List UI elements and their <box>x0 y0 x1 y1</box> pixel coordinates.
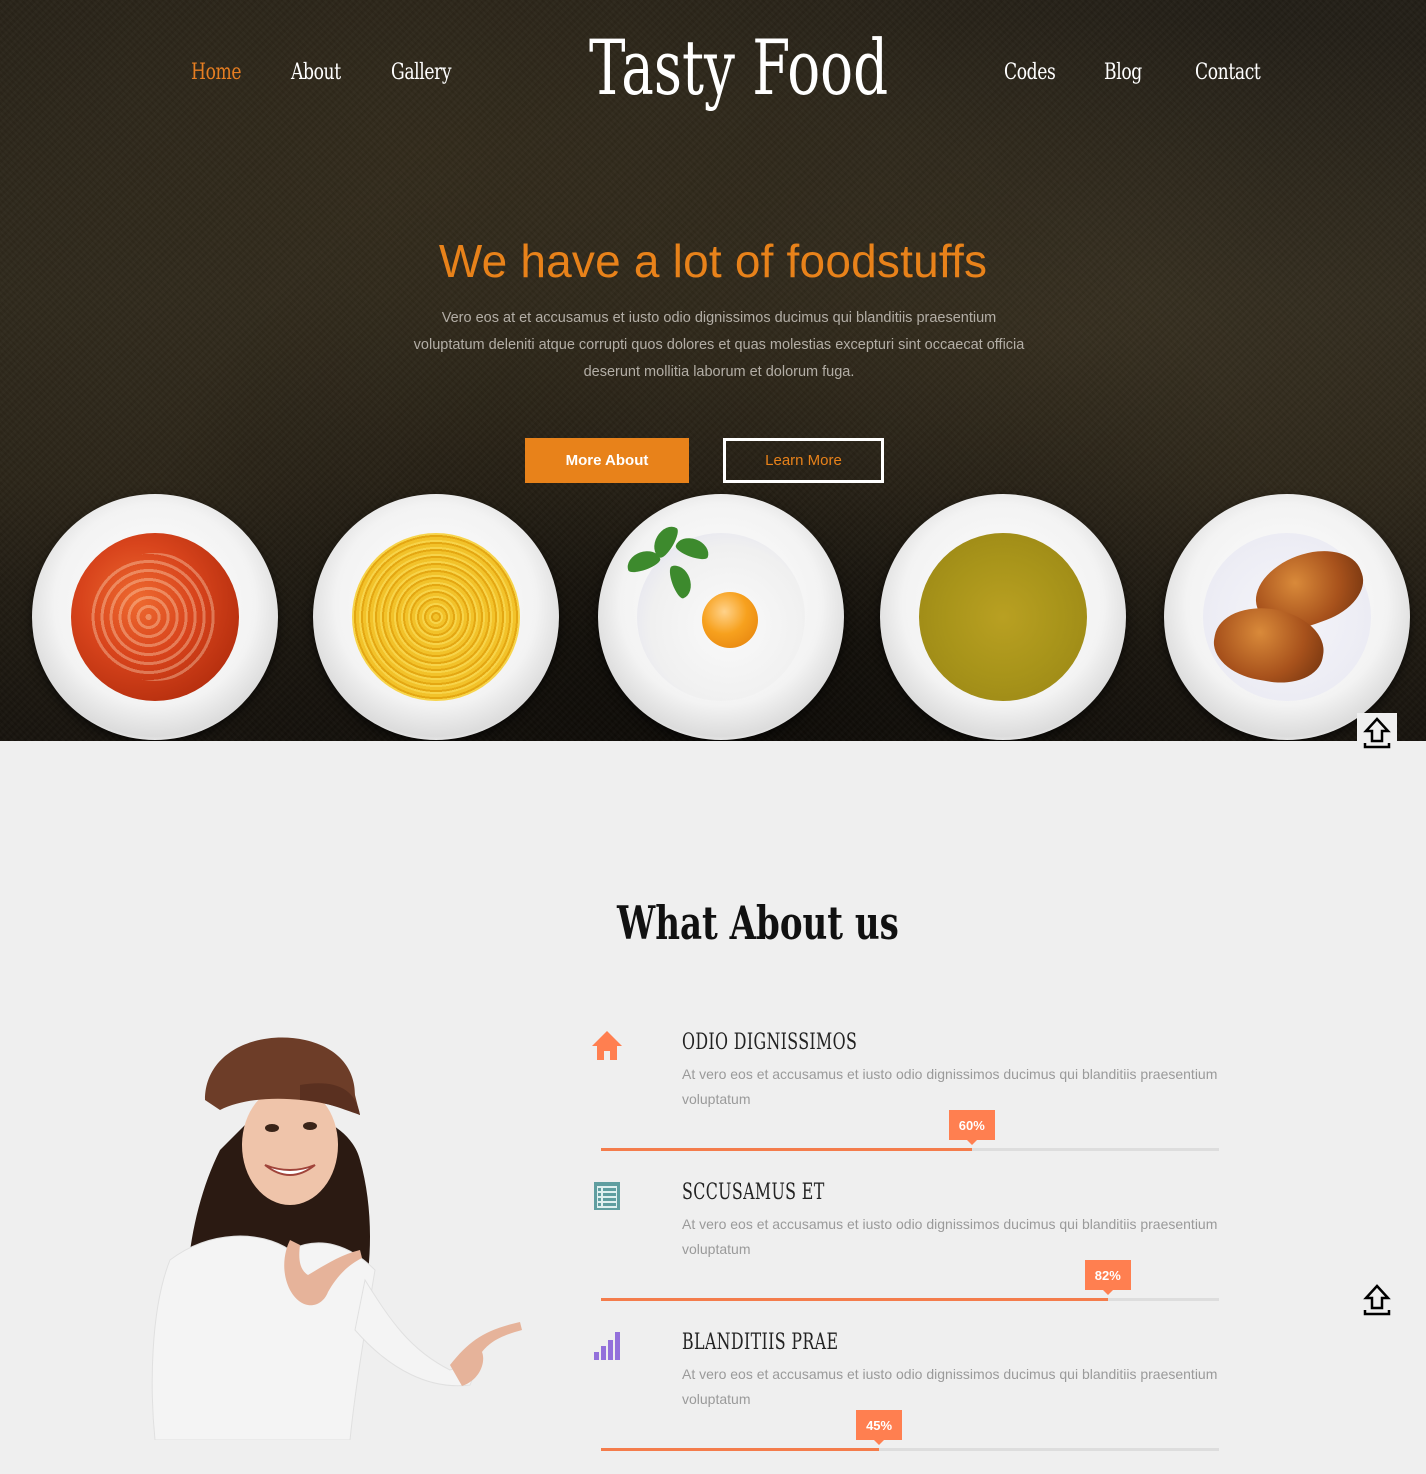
learn-more-button[interactable]: Learn More <box>723 438 884 483</box>
plate-croissants <box>1164 494 1410 740</box>
hero-title: We have a lot of foodstuffs <box>438 235 988 287</box>
tomato-soup-image <box>71 533 239 701</box>
progress-fill <box>601 1148 972 1151</box>
feature-title: ODIO DIGNISSIMOS <box>682 1030 858 1055</box>
nav-gallery[interactable]: Gallery <box>391 60 452 85</box>
scroll-to-top-button[interactable] <box>1357 713 1397 753</box>
brand-logo[interactable]: Tasty Food <box>589 30 888 106</box>
progress-bar: 45% <box>601 1410 1219 1451</box>
feature-title: SCCUSAMUS ET <box>682 1180 825 1205</box>
home-icon <box>592 1031 622 1060</box>
progress-badge: 60% <box>948 1110 995 1145</box>
hero-section: Home About Gallery Tasty Food Codes Blog… <box>0 0 1426 741</box>
plate-tomato-soup <box>32 494 278 740</box>
person-image <box>150 1030 530 1441</box>
feature-description: At vero eos et accusamus et iusto odio d… <box>682 1366 1218 1407</box>
progress-badge: 45% <box>856 1410 903 1445</box>
feature-description: At vero eos et accusamus et iusto odio d… <box>682 1216 1218 1257</box>
hero-description: Vero eos at et accusamus et iusto odio d… <box>413 310 1025 380</box>
list-icon <box>594 1182 620 1210</box>
progress-bar: 82% <box>601 1260 1219 1301</box>
plate-spaghetti <box>313 494 559 740</box>
progress-badge: 82% <box>1084 1260 1131 1295</box>
progress-fill <box>601 1448 880 1451</box>
feature-title: BLANDITIIS PRAE <box>682 1330 839 1355</box>
yellow-soup-image <box>919 533 1087 701</box>
pointing-hand <box>450 1322 522 1386</box>
scroll-to-top-button[interactable] <box>1357 1280 1397 1320</box>
upload-arrow-icon <box>1363 717 1391 749</box>
nav-codes[interactable]: Codes <box>1004 60 1056 85</box>
signal-bars-icon <box>594 1332 620 1360</box>
plate-yellow-soup <box>880 494 1126 740</box>
nav-home[interactable]: Home <box>191 60 242 85</box>
egg-yolk <box>702 592 758 648</box>
progress-fill <box>601 1298 1108 1301</box>
spaghetti-image <box>352 533 520 701</box>
nav-contact[interactable]: Contact <box>1195 60 1261 85</box>
feature-description: At vero eos et accusamus et iusto odio d… <box>682 1066 1218 1107</box>
nav-about[interactable]: About <box>291 60 341 85</box>
upload-arrow-icon <box>1363 1284 1391 1316</box>
more-about-button[interactable]: More About <box>525 438 689 483</box>
nav-blog[interactable]: Blog <box>1104 60 1142 85</box>
progress-bar: 60% <box>601 1110 1219 1151</box>
section-title: What About us <box>617 896 899 950</box>
plate-fried-egg <box>598 494 844 740</box>
